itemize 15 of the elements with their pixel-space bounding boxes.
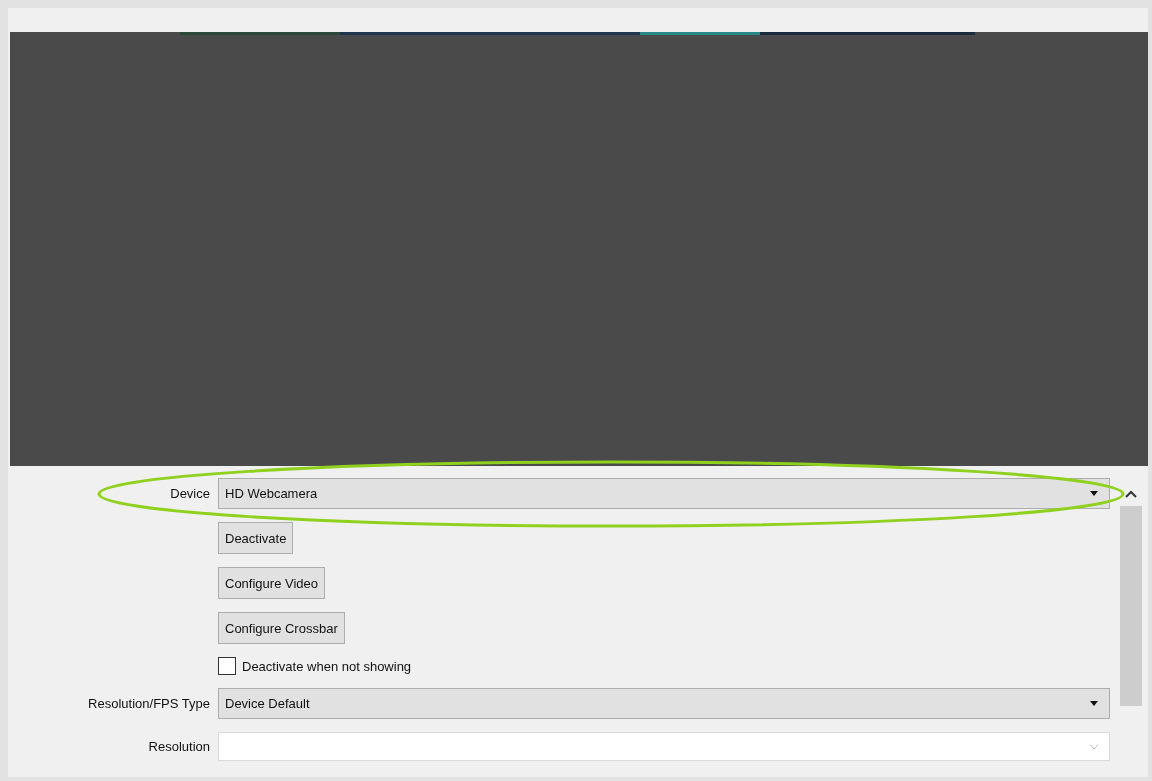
- checkbox[interactable]: [218, 657, 236, 675]
- field-label: Resolution: [148, 739, 210, 754]
- caret-icon: [1089, 743, 1099, 750]
- caret-icon: [1089, 700, 1099, 707]
- checkbox-label: Deactivate when not showing: [242, 658, 412, 674]
- field-label: Resolution/FPS Type: [88, 696, 210, 711]
- field-label: Device: [170, 486, 210, 501]
- scroll-thumb[interactable]: [1120, 506, 1142, 706]
- dropdown[interactable]: HD Webcamera: [218, 478, 1110, 509]
- push-button[interactable]: Configure Crossbar: [218, 612, 345, 644]
- dropdown[interactable]: Device Default: [218, 688, 1110, 719]
- push-button[interactable]: Deactivate: [218, 522, 294, 554]
- push-button[interactable]: Configure Video: [218, 567, 325, 599]
- caret-icon: [1089, 490, 1099, 497]
- scroll-up-icon[interactable]: [1125, 490, 1137, 498]
